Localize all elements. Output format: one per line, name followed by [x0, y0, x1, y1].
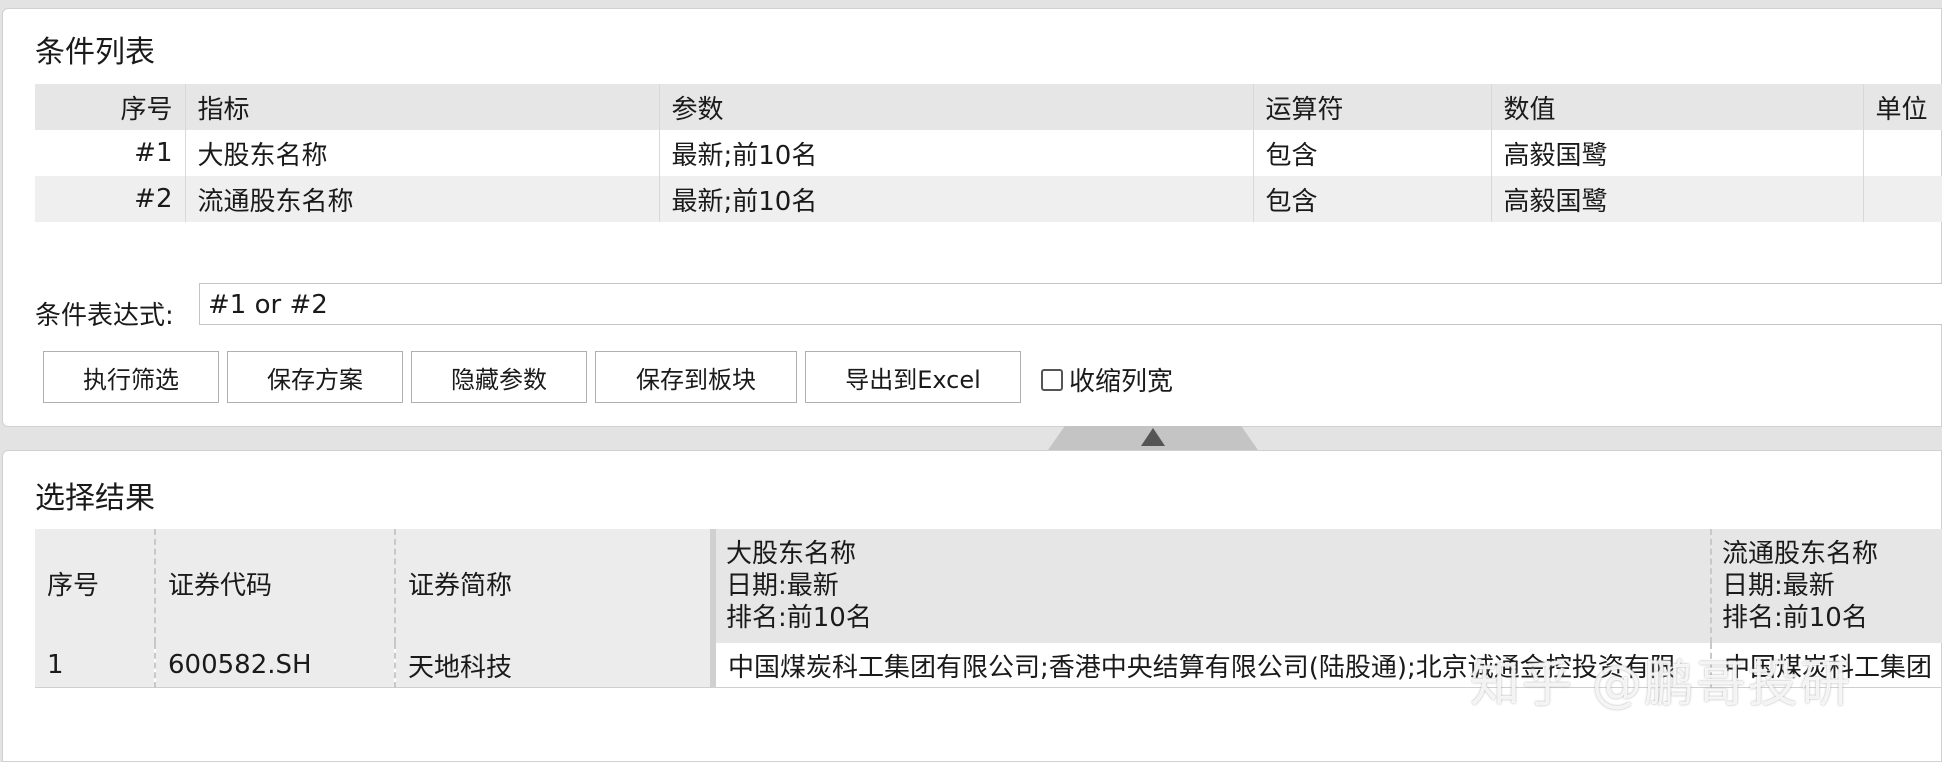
header-line: 排名:前10名 [726, 603, 872, 633]
condition-unit[interactable] [1863, 130, 1942, 176]
panel-splitter[interactable] [1048, 426, 1258, 450]
results-header-name[interactable]: 证券简称 [395, 529, 714, 643]
results-header-row: 序号 证券代码 证券简称 大股东名称 日期:最新 排名:前10名 流通股东名称 … [35, 529, 1942, 643]
save-plan-button[interactable]: 保存方案 [227, 351, 403, 403]
results-header-index[interactable]: 序号 [35, 529, 156, 643]
results-title: 选择结果 [35, 481, 155, 516]
expression-input[interactable]: #1 or #2 [199, 283, 1942, 325]
header-line: 排名:前10名 [1722, 603, 1868, 633]
header-line: 日期:最新 [726, 571, 839, 601]
results-header-major-shareholder[interactable]: 大股东名称 日期:最新 排名:前10名 [710, 529, 1712, 643]
condition-operator[interactable]: 包含 [1253, 176, 1492, 222]
header-params[interactable]: 参数 [659, 84, 1254, 130]
results-header-code[interactable]: 证券代码 [155, 529, 396, 643]
condition-params[interactable]: 最新;前10名 [659, 176, 1254, 222]
export-excel-button[interactable]: 导出到Excel [805, 351, 1021, 403]
conditions-header-row: 序号 指标 参数 运算符 数值 单位 [35, 84, 1942, 130]
condition-unit[interactable] [1863, 176, 1942, 222]
shrink-columns-checkbox[interactable] [1041, 368, 1063, 391]
save-to-block-button[interactable]: 保存到板块 [595, 351, 797, 403]
condition-params[interactable]: 最新;前10名 [659, 130, 1254, 176]
condition-operator[interactable]: 包含 [1253, 130, 1492, 176]
shrink-columns-toggle[interactable]: 收缩列宽 [1041, 361, 1173, 398]
result-code[interactable]: 600582.SH [155, 643, 396, 688]
condition-row[interactable]: #2 流通股东名称 最新;前10名 包含 高毅国鹭 [35, 176, 1942, 222]
header-operator[interactable]: 运算符 [1253, 84, 1492, 130]
hide-params-button[interactable]: 隐藏参数 [411, 351, 587, 403]
header-line: 大股东名称 [726, 539, 857, 569]
conditions-table: 序号 指标 参数 运算符 数值 单位 #1 大股东名称 最新;前10名 包含 高… [35, 84, 1942, 222]
header-value[interactable]: 数值 [1491, 84, 1864, 130]
condition-indicator[interactable]: 大股东名称 [185, 130, 660, 176]
expression-label: 条件表达式: [35, 301, 174, 331]
condition-index: #1 [35, 130, 186, 176]
header-indicator[interactable]: 指标 [185, 84, 660, 130]
condition-row[interactable]: #1 大股东名称 最新;前10名 包含 高毅国鹭 [35, 130, 1942, 176]
conditions-title: 条件列表 [35, 35, 155, 70]
header-unit[interactable]: 单位 [1863, 84, 1942, 130]
collapse-up-icon[interactable] [1141, 428, 1165, 446]
condition-value[interactable]: 高毅国鹭 [1491, 130, 1864, 176]
conditions-panel: 条件列表 序号 指标 参数 运算符 数值 单位 #1 大股东名称 最新;前10名… [2, 8, 1942, 427]
header-index[interactable]: 序号 [35, 84, 186, 130]
condition-value[interactable]: 高毅国鹭 [1491, 176, 1864, 222]
execute-filter-button[interactable]: 执行筛选 [43, 351, 219, 403]
condition-index: #2 [35, 176, 186, 222]
result-index: 1 [35, 643, 156, 688]
condition-indicator[interactable]: 流通股东名称 [185, 176, 660, 222]
result-name[interactable]: 天地科技 [395, 643, 714, 688]
results-header-float-shareholder[interactable]: 流通股东名称 日期:最新 排名:前10名 [1711, 529, 1942, 643]
header-line: 流通股东名称 [1722, 539, 1879, 569]
shrink-columns-label: 收缩列宽 [1069, 367, 1174, 397]
watermark: 知乎 @鹏哥投研 [1470, 655, 1852, 713]
header-line: 日期:最新 [1722, 571, 1835, 601]
